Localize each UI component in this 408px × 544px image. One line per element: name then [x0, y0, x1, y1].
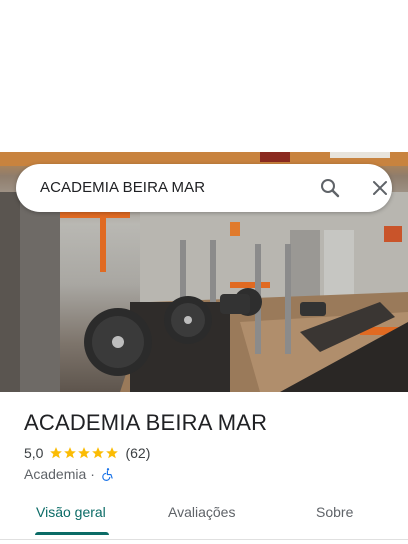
- star-icon: [106, 447, 119, 459]
- rating-row[interactable]: 5,0 (62): [24, 444, 150, 462]
- review-count[interactable]: (62): [125, 445, 150, 461]
- wheelchair-icon: [102, 468, 113, 481]
- star-icon: [64, 447, 77, 459]
- place-tabs: Visão geral Avaliações Sobre: [0, 496, 408, 536]
- star-icon: [50, 447, 63, 459]
- tab-overview[interactable]: Visão geral: [36, 504, 106, 520]
- star-rating: [49, 446, 119, 460]
- search-bar[interactable]: ACADEMIA BEIRA MAR: [16, 164, 392, 212]
- category-label: Academia: [24, 466, 87, 482]
- star-icon: [78, 447, 91, 459]
- close-icon[interactable]: [368, 176, 392, 200]
- active-tab-indicator: [35, 532, 109, 535]
- search-icon[interactable]: [318, 176, 342, 200]
- category-row: Academia ·: [24, 465, 115, 483]
- star-icon: [92, 447, 105, 459]
- tabs-divider: [0, 539, 408, 540]
- rating-value: 5,0: [24, 445, 44, 461]
- separator-dot: ·: [90, 466, 95, 482]
- tab-about[interactable]: Sobre: [316, 504, 353, 520]
- tab-reviews[interactable]: Avaliações: [168, 504, 235, 520]
- search-query[interactable]: ACADEMIA BEIRA MAR: [40, 179, 205, 196]
- place-title: ACADEMIA BEIRA MAR: [24, 410, 268, 435]
- map-area-blank: [0, 0, 408, 152]
